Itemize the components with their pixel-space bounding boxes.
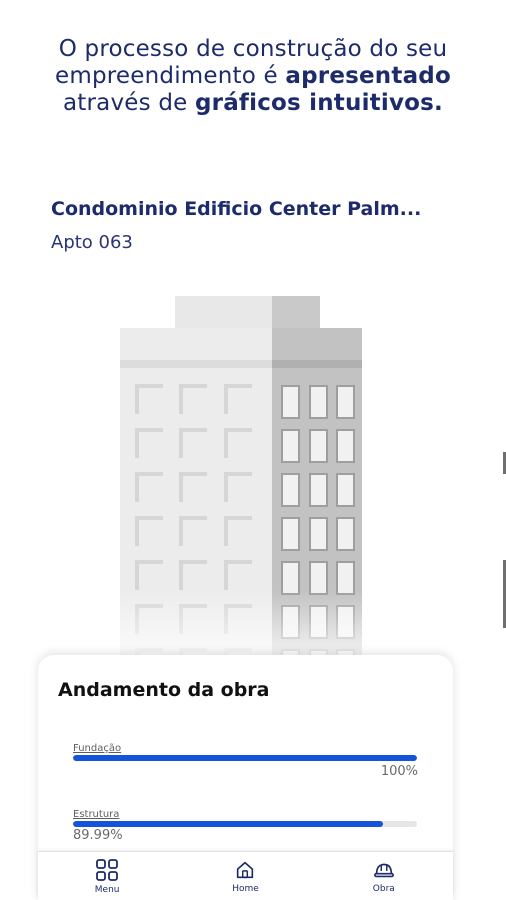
building-window (179, 560, 207, 590)
promo-headline: O processo de construção do seu empreend… (0, 36, 506, 117)
building-window (224, 516, 252, 546)
building-window (179, 384, 207, 414)
progress-fill-estrutura (73, 821, 383, 827)
building-name[interactable]: Condominio Edificio Center Palm... (51, 198, 471, 220)
promo-line-2-regular: empreendimento é (55, 63, 286, 89)
grid-icon (96, 858, 119, 881)
progress-bar-estrutura (73, 821, 417, 827)
promo-line-3-regular: através de (63, 90, 195, 116)
building-window (281, 385, 300, 419)
progress-label-estrutura: Estrutura (73, 809, 120, 820)
building-window (224, 428, 252, 458)
promo-line-2-bold: apresentado (285, 63, 451, 89)
building-window (281, 473, 300, 507)
building-window (281, 517, 300, 551)
tab-menu-label: Menu (94, 884, 120, 895)
building-window (179, 428, 207, 458)
building-fade (38, 590, 453, 660)
progress-bar-fundacao (73, 755, 417, 761)
progress-value-estrutura: 89.99% (73, 828, 123, 843)
building-window (309, 429, 328, 463)
promo-line-3: através de gráficos intuitivos. (0, 90, 506, 117)
building-window (135, 428, 163, 458)
building-top-left (175, 296, 275, 330)
home-icon (237, 861, 254, 878)
progress-label-fundacao: Fundação (73, 743, 122, 754)
building-top-right (272, 296, 320, 330)
building-window (179, 472, 207, 502)
bottom-tab-bar: Menu Home Obra (38, 851, 453, 900)
building-window (179, 516, 207, 546)
building-window (135, 472, 163, 502)
building-window (224, 560, 252, 590)
tab-home[interactable]: Home (195, 859, 295, 894)
building-window (309, 517, 328, 551)
building-window (135, 560, 163, 590)
tab-menu[interactable]: Menu (57, 858, 157, 895)
tab-home-label: Home (232, 883, 259, 894)
promo-line-3-bold: gráficos intuitivos. (195, 90, 443, 116)
building-window (336, 385, 355, 419)
building-window (281, 429, 300, 463)
progress-fill-fundacao (73, 755, 417, 761)
hard-hat-icon (373, 863, 394, 877)
building-window (224, 384, 252, 414)
building-window (135, 516, 163, 546)
progress-card-title: Andamento da obra (58, 679, 270, 701)
building-window (336, 429, 355, 463)
building-ledge-right (272, 360, 362, 368)
building-window (336, 473, 355, 507)
promo-line-1: O processo de construção do seu (58, 36, 448, 62)
progress-value-fundacao: 100% (380, 764, 418, 779)
building-ledge-left (120, 360, 275, 368)
building-window (224, 472, 252, 502)
building-window (309, 473, 328, 507)
building-window (336, 517, 355, 551)
building-window (309, 385, 328, 419)
building-window (135, 384, 163, 414)
tab-obra[interactable]: Obra (334, 859, 434, 894)
promo-line-2: empreendimento é apresentado (0, 63, 506, 90)
tab-obra-label: Obra (372, 883, 395, 894)
unit-label: Apto 063 (51, 232, 133, 253)
